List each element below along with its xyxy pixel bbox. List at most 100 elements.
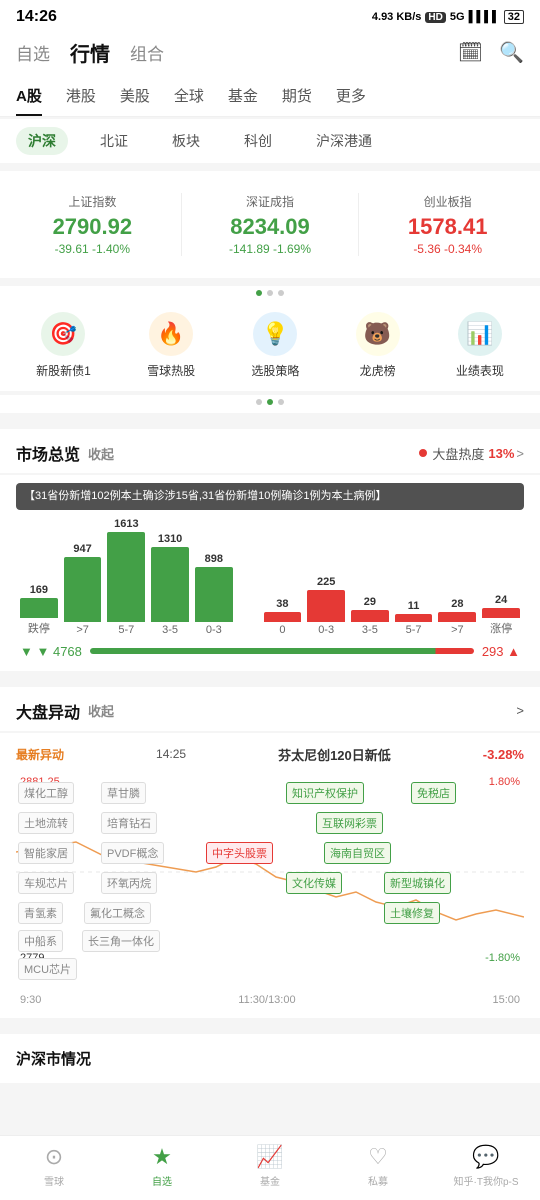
- top-nav: 自选 行情 组合 🗓 🔍: [0, 30, 540, 77]
- market-overview-heat[interactable]: 大盘热度 13% >: [419, 444, 524, 463]
- tag-smarthome[interactable]: 智能家居: [18, 842, 74, 864]
- bar-top-9: 28: [451, 598, 463, 610]
- bar-group-4: 898 0-3: [195, 553, 233, 636]
- index-name-chuangye: 创业板指: [367, 193, 528, 210]
- tag-zhongchuan[interactable]: 中船系: [18, 930, 63, 952]
- index-value-shenzhen: 8234.09: [190, 214, 351, 240]
- movement-chart-container: 2881.25 2779 1.80% -1.80% 煤化工醇 草甘膦 知识产权保…: [16, 772, 524, 992]
- tag-newtown[interactable]: 新型城镇化: [384, 872, 451, 894]
- movement-stock: 芬太尼创120日新低: [278, 745, 391, 764]
- heat-arrow: >: [516, 446, 524, 461]
- sub-tab-banke[interactable]: 板块: [160, 127, 212, 155]
- tag-carchip[interactable]: 车规芯片: [18, 872, 74, 894]
- tab-zixuan[interactable]: 自选: [16, 40, 50, 65]
- tag-zhongzi[interactable]: 中字头股票: [206, 842, 273, 864]
- bar-10: [482, 608, 520, 618]
- sub-tab-beizhen[interactable]: 北证: [88, 127, 140, 155]
- tab-zuhe[interactable]: 组合: [130, 40, 164, 65]
- dragonlist-label: 龙虎榜: [360, 362, 396, 379]
- tag-coal[interactable]: 煤化工醇: [18, 782, 74, 804]
- movement-latest-label: 最新异动: [16, 746, 64, 763]
- zhihu-label: 知乎·T我你p-S: [454, 1173, 519, 1188]
- bar-bottom-2: 5-7: [118, 624, 134, 636]
- tag-mcu[interactable]: MCU芯片: [18, 958, 77, 980]
- tag-landtransfer[interactable]: 土地流转: [18, 812, 74, 834]
- big-market-title-text: 大盘异动: [16, 699, 80, 723]
- bar-top-2: 1613: [114, 518, 138, 530]
- tag-diamonds[interactable]: 培育钻石: [101, 812, 157, 834]
- bottom-nav-zixuan[interactable]: ★ 自选: [108, 1144, 216, 1188]
- quick-action-xingudebts[interactable]: 🎯 新股新债1: [36, 312, 91, 379]
- tab-hangqing[interactable]: 行情: [70, 38, 110, 67]
- bar-0: [20, 598, 58, 618]
- signal-5g: 5G: [450, 11, 465, 23]
- market-tab-ashares[interactable]: A股: [16, 77, 42, 116]
- bar-group-10: 24 涨停: [482, 594, 520, 636]
- tag-qingqingsu[interactable]: 青氢素: [18, 902, 63, 924]
- big-market-header: 大盘异动 收起 >: [0, 687, 540, 731]
- big-market-more[interactable]: >: [516, 703, 524, 718]
- sub-tab-hushen[interactable]: 沪深: [16, 127, 68, 155]
- quick-action-hotstock[interactable]: 🔥 雪球热股: [147, 312, 195, 379]
- market-tab-hkshares[interactable]: 港股: [66, 77, 96, 116]
- bar-top-7: 29: [364, 596, 376, 608]
- tag-glyphosate[interactable]: 草甘膦: [101, 782, 146, 804]
- market-tab-global[interactable]: 全球: [174, 77, 204, 116]
- bottom-nav-fund[interactable]: 📈 基金: [216, 1144, 324, 1188]
- index-value-chuangye: 1578.41: [367, 214, 528, 240]
- index-card-shenzhen[interactable]: 深证成指 8234.09 -141.89 -1.69%: [186, 183, 355, 266]
- performance-label: 业绩表现: [456, 362, 504, 379]
- bar-top-6: 225: [317, 576, 335, 588]
- tag-media[interactable]: 文化传媒: [286, 872, 342, 894]
- tag-ip[interactable]: 知识产权保护: [286, 782, 364, 804]
- tag-pvdf[interactable]: PVDF概念: [101, 842, 164, 864]
- performance-icon: 📊: [458, 312, 502, 356]
- bar-top-3: 1310: [158, 533, 182, 545]
- tag-fluorine[interactable]: 氟化工概念: [84, 902, 151, 924]
- market-tab-futures[interactable]: 期货: [282, 77, 312, 116]
- sub-tabs: 沪深 北证 板块 科创 沪深港通: [0, 119, 540, 163]
- index-card-chuangye[interactable]: 创业板指 1578.41 -5.36 -0.34%: [363, 183, 532, 266]
- search-icon[interactable]: 🔍: [499, 40, 524, 65]
- battery-level: 32: [508, 11, 520, 23]
- market-tab-more[interactable]: 更多: [336, 77, 366, 116]
- calendar-icon[interactable]: 🗓: [458, 40, 483, 65]
- bar-group-6: 225 0-3: [307, 576, 345, 636]
- market-overview-chart: 【31省份新增102例本土确诊涉15省,31省份新增10例确诊1例为本土病例】 …: [0, 475, 540, 671]
- heat-label: 大盘热度: [432, 444, 484, 463]
- market-tab-fund[interactable]: 基金: [228, 77, 258, 116]
- bar-top-4: 898: [205, 553, 223, 565]
- bar-bottom-4: 0-3: [206, 624, 222, 636]
- dragonlist-icon: 🐻: [356, 312, 400, 356]
- index-card-shanghai[interactable]: 上证指数 2790.92 -39.61 -1.40%: [8, 183, 177, 266]
- tag-soilfix[interactable]: 土壤修复: [384, 902, 440, 924]
- big-market-collapse[interactable]: 收起: [88, 701, 114, 720]
- divider2: [358, 193, 359, 256]
- tag-yangtze[interactable]: 长三角一体化: [82, 930, 160, 952]
- sub-tab-kechuang[interactable]: 科创: [232, 127, 284, 155]
- sub-tab-hushengangtong[interactable]: 沪深港通: [304, 127, 384, 155]
- total-down-value: ▼ 4768: [36, 644, 81, 659]
- tag-lottery[interactable]: 互联网彩票: [316, 812, 383, 834]
- bottom-nav-simu[interactable]: ♡ 私募: [324, 1144, 432, 1188]
- dot-6: [278, 399, 284, 405]
- bar-group-2: 1613 5-7: [107, 518, 145, 636]
- market-tab-usshares[interactable]: 美股: [120, 77, 150, 116]
- tag-hainan[interactable]: 海南自贸区: [324, 842, 391, 864]
- market-overview-collapse[interactable]: 收起: [88, 444, 114, 463]
- quick-action-dragonlist[interactable]: 🐻 龙虎榜: [356, 312, 400, 379]
- bar-top-5: 38: [276, 598, 288, 610]
- market-overview-title: 市场总览 收起: [16, 441, 114, 465]
- tag-dutyfree[interactable]: 免税店: [411, 782, 456, 804]
- movement-header-row: 最新异动 14:25 芬太尼创120日新低 -3.28%: [16, 745, 524, 764]
- index-change-shanghai: -39.61 -1.40%: [12, 242, 173, 256]
- bar-group-0: 169 跌停: [20, 584, 58, 636]
- x-label-midday: 11:30/13:00: [238, 994, 295, 1006]
- quick-action-strategy[interactable]: 💡 选股策略: [251, 312, 299, 379]
- quick-action-performance[interactable]: 📊 业绩表现: [456, 312, 504, 379]
- bottom-nav-zhihu[interactable]: 💬 知乎·T我你p-S: [432, 1144, 540, 1188]
- bar-group-1: 947 >7: [64, 543, 102, 636]
- bar-8: [395, 614, 433, 622]
- tag-epoxy[interactable]: 环氧丙烷: [101, 872, 157, 894]
- bottom-nav-xueqiu[interactable]: ⊙ 雪球: [0, 1144, 108, 1188]
